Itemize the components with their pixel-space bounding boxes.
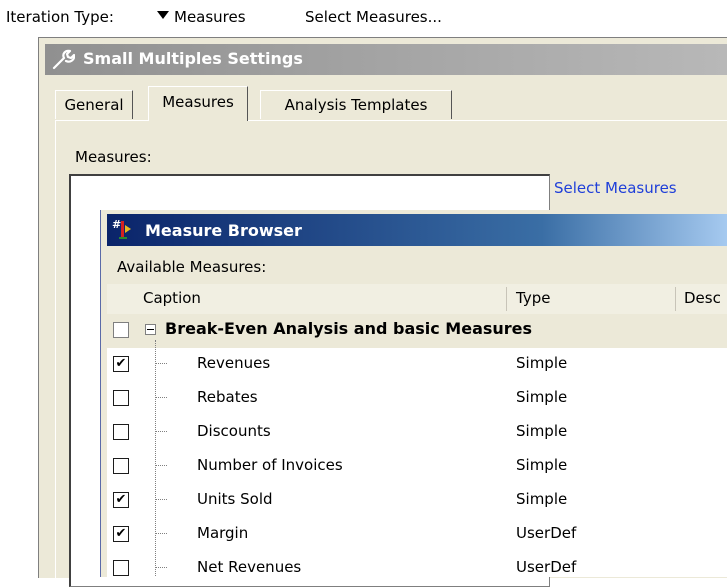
measure-checkbox[interactable]: ✔ [113, 526, 129, 542]
settings-title-bar[interactable]: Small Multiples Settings [45, 44, 727, 75]
wrench-icon [52, 49, 75, 70]
tree-connector [155, 431, 167, 432]
measure-caption: Rebates [197, 388, 258, 406]
measure-caption: Number of Invoices [197, 456, 343, 474]
tree-connector [155, 533, 167, 534]
measure-row[interactable]: ✔ Margin UserDef [107, 518, 727, 552]
measure-checkbox[interactable] [113, 560, 129, 576]
measure-type: Simple [516, 490, 568, 508]
available-measures-label: Available Measures: [117, 258, 267, 276]
measure-row[interactable]: Net Revenues UserDef [107, 552, 727, 577]
column-separator[interactable] [506, 287, 507, 311]
tab-measures[interactable]: Measures [148, 86, 248, 121]
collapse-icon[interactable] [145, 324, 156, 335]
group-label: Break-Even Analysis and basic Measures [165, 319, 533, 338]
measure-checkbox[interactable]: ✔ [113, 492, 129, 508]
tree-connector [155, 499, 167, 500]
measure-row[interactable]: Number of Invoices Simple [107, 450, 727, 484]
measure-checkbox[interactable] [113, 424, 129, 440]
measures-label: Measures: [75, 148, 152, 166]
measure-row[interactable]: ✔ Revenues Simple [107, 348, 727, 382]
tree-connector [155, 465, 167, 466]
measure-type: Simple [516, 388, 568, 406]
tree-connector [155, 363, 167, 364]
toolbar: Iteration Type: Measures Select Measures… [0, 0, 727, 36]
measure-checkbox[interactable] [113, 390, 129, 406]
settings-title: Small Multiples Settings [83, 49, 303, 68]
measure-row[interactable]: Rebates Simple [107, 382, 727, 416]
grid-header: Caption Type Desc [107, 284, 727, 315]
measure-type: Simple [516, 456, 568, 474]
group-checkbox[interactable] [113, 322, 129, 338]
svg-text:#: # [112, 218, 121, 231]
measures-grid: Caption Type Desc Break-Even Analysis an… [107, 284, 727, 577]
tree-connector [155, 567, 167, 568]
measure-icon: # [112, 218, 131, 239]
column-separator[interactable] [675, 287, 676, 311]
iteration-type-dropdown[interactable]: Measures [174, 8, 246, 26]
iteration-type-label: Iteration Type: [6, 8, 114, 26]
measure-caption: Net Revenues [197, 558, 302, 576]
measure-browser-window: # Measure Browser Available Measures: Ca… [100, 210, 727, 577]
select-measures-button[interactable]: Select Measures... [305, 8, 442, 26]
measure-caption: Margin [197, 524, 249, 542]
group-row[interactable]: Break-Even Analysis and basic Measures [107, 314, 727, 348]
measure-row[interactable]: Discounts Simple [107, 416, 727, 450]
measure-row[interactable]: ✔ Units Sold Simple [107, 484, 727, 518]
dropdown-arrow-icon[interactable] [157, 11, 169, 19]
tree-connector [155, 397, 167, 398]
column-header-description[interactable]: Desc [684, 289, 721, 307]
measure-caption: Units Sold [197, 490, 273, 508]
measure-type: UserDef [516, 524, 577, 542]
column-header-type[interactable]: Type [516, 289, 550, 307]
browser-title-bar[interactable]: # Measure Browser [107, 214, 727, 246]
browser-title: Measure Browser [145, 221, 302, 240]
select-measures-link[interactable]: Select Measures [554, 179, 677, 197]
measure-checkbox[interactable]: ✔ [113, 356, 129, 372]
tab-analysis-templates[interactable]: Analysis Templates [260, 90, 452, 119]
measure-type: Simple [516, 422, 568, 440]
measure-caption: Discounts [197, 422, 271, 440]
column-header-caption[interactable]: Caption [143, 289, 201, 307]
measure-type: UserDef [516, 558, 577, 576]
measure-checkbox[interactable] [113, 458, 129, 474]
measure-caption: Revenues [197, 354, 271, 372]
measure-type: Simple [516, 354, 568, 372]
tab-general[interactable]: General [55, 90, 133, 119]
